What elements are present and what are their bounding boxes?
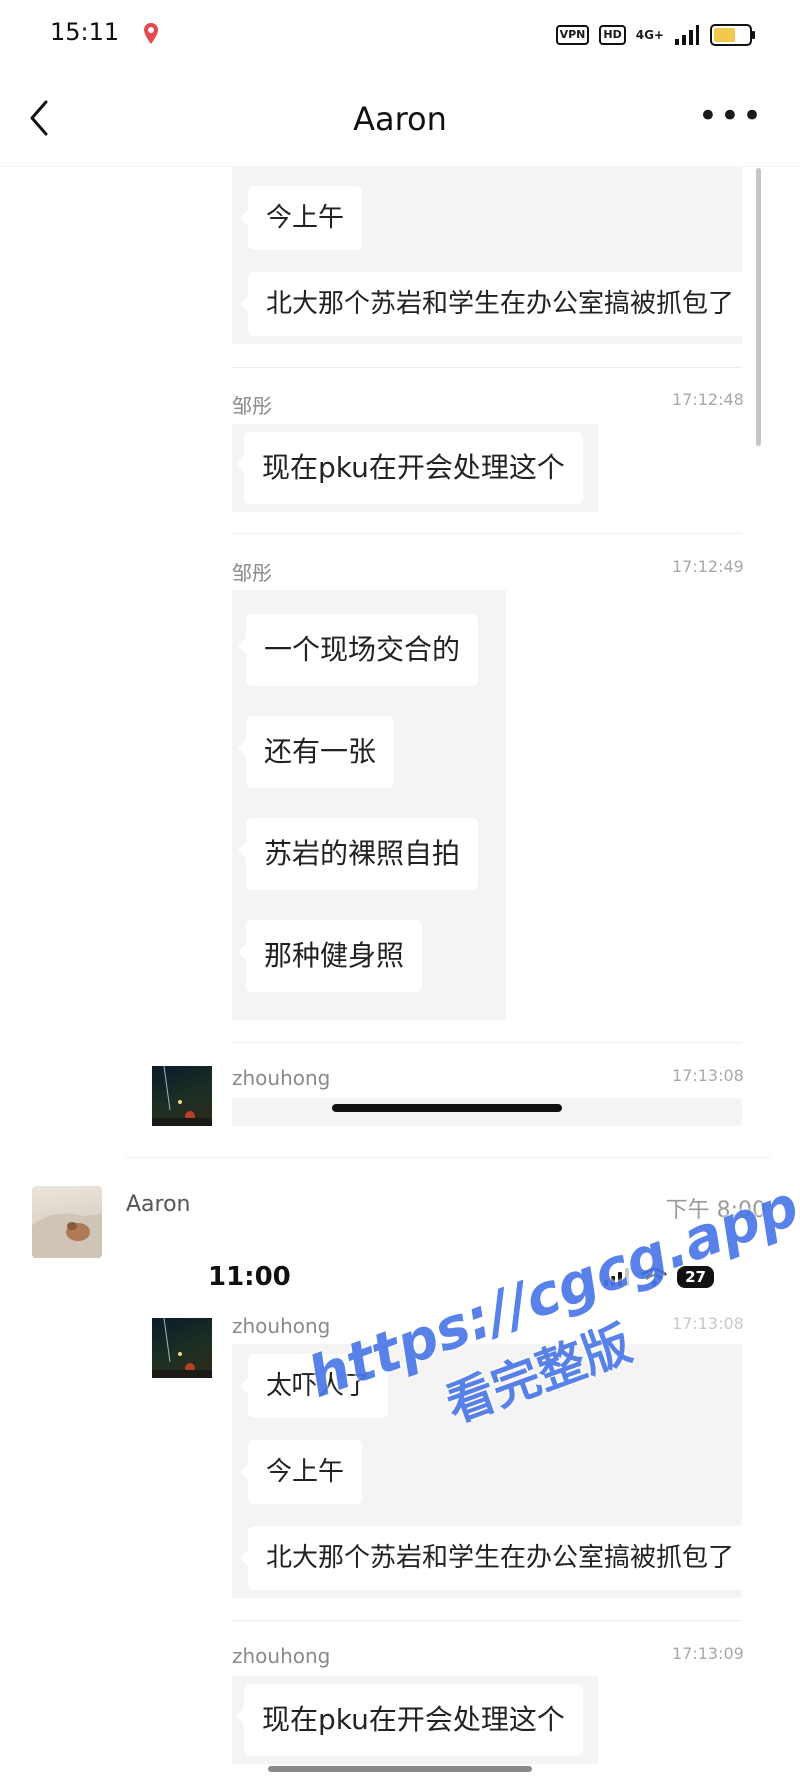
avatar-photo — [152, 1318, 212, 1378]
embedded-status-time: 11:00 — [208, 1262, 291, 1292]
record-group-2: 现在pku在开会处理这个 — [232, 424, 598, 512]
message-time: 17:12:48 — [672, 390, 744, 409]
message-time: 17:13:09 — [672, 1644, 744, 1663]
record-group-3: 一个现场交合的 还有一张 苏岩的裸照自拍 那种健身照 — [232, 590, 506, 1020]
network-label: 4G+ — [635, 28, 664, 42]
status-icons: VPN HD 4G+ — [555, 20, 755, 50]
message-bubble: 一个现场交合的 — [237, 614, 479, 686]
more-dots-icon[interactable]: ••• — [698, 99, 764, 133]
avatar-photo — [32, 1213, 102, 1258]
message-bubble: 那种健身照 — [237, 920, 423, 992]
sender-name: 邹彤 — [232, 394, 272, 418]
message-time: 17:12:49 — [672, 557, 744, 576]
home-indicator — [268, 1766, 532, 1772]
avatar[interactable] — [32, 1186, 102, 1258]
avatar-photo — [152, 1066, 212, 1126]
message-bubble: 北大那个苏岩和学生在办公室搞被抓包了 — [239, 272, 753, 336]
record-group-4 — [232, 1098, 742, 1126]
battery-icon — [710, 24, 755, 46]
sender-name: zhouhong — [232, 1314, 331, 1338]
sender-name: zhouhong — [232, 1644, 331, 1668]
home-indicator — [332, 1104, 562, 1112]
message-bubble: 北大那个苏岩和学生在办公室搞被抓包了 — [239, 1526, 753, 1590]
sender-name: 邹彤 — [232, 561, 272, 585]
signal-icon — [675, 25, 699, 45]
avatar[interactable] — [152, 1066, 212, 1126]
status-time: 15:11 — [50, 18, 120, 46]
sender-name: Aaron — [126, 1192, 191, 1217]
hd-badge: HD — [599, 25, 626, 45]
record-group-1: 今上午 北大那个苏岩和学生在办公室搞被抓包了 — [232, 166, 753, 344]
message-bubble: 苏岩的裸照自拍 — [237, 818, 479, 890]
message-bubble: 还有一张 — [237, 716, 395, 788]
scrollbar[interactable] — [756, 168, 761, 446]
sender-name: zhouhong — [232, 1066, 331, 1090]
vpn-badge: VPN — [555, 25, 590, 45]
page-title: Aaron — [353, 100, 447, 138]
avatar[interactable] — [152, 1318, 212, 1378]
record-group-6: 现在pku在开会处理这个 — [232, 1676, 598, 1764]
message-bubble: 现在pku在开会处理这个 — [236, 432, 583, 504]
message-time: 17:13:08 — [672, 1066, 744, 1085]
location-pin-icon — [144, 23, 158, 44]
message-bubble: 现在pku在开会处理这个 — [236, 1684, 583, 1756]
message-bubble: 今上午 — [239, 186, 363, 250]
